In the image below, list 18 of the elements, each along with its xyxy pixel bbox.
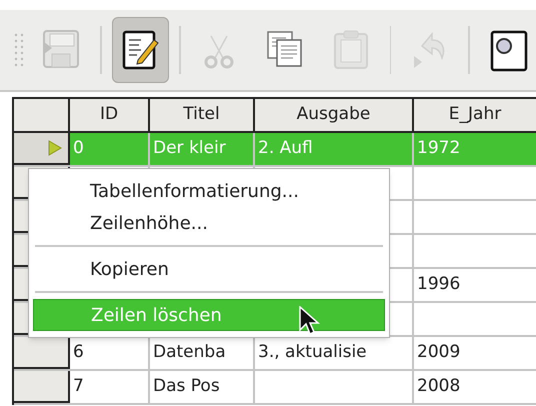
column-header[interactable]: ID	[70, 99, 150, 131]
table-row[interactable]: 7 Das Pos 2008	[14, 371, 536, 405]
column-header[interactable]: Ausgabe	[255, 99, 414, 131]
row-header[interactable]	[14, 133, 70, 165]
menu-item[interactable]: Kopieren	[33, 253, 385, 285]
column-header[interactable]: E_Jahr	[414, 99, 536, 131]
table-cell: 0	[70, 133, 150, 165]
current-row-arrow-icon	[48, 140, 62, 156]
edit-document-button[interactable]	[112, 17, 169, 83]
grip-handle[interactable]	[14, 32, 24, 68]
table-cell: 2. Aufl	[255, 133, 414, 165]
menu-item[interactable]: Zeilenhöhe...	[33, 207, 385, 239]
row-header[interactable]	[14, 337, 70, 369]
menu-item[interactable]: Tabellenformatierung...	[33, 175, 385, 207]
table-cell: Der kleir	[150, 133, 255, 165]
table-cell: 1972	[414, 133, 536, 165]
row-header[interactable]	[14, 371, 70, 403]
column-header[interactable]: Titel	[150, 99, 255, 131]
